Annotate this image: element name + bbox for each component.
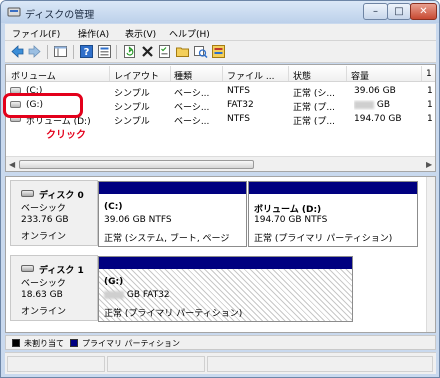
disk-management-window: ディスクの管理 – □ ✕ ファイル(F) 操作(A) 表示(V) ヘルプ(H)… — [0, 0, 440, 378]
status-cell — [207, 356, 433, 372]
partition-label: (C:) — [104, 202, 123, 212]
partition-c[interactable]: (C:) 39.06 GB NTFS 正常 (システム, ブート, ページ — [98, 181, 247, 247]
disk-size: 233.76 GB — [21, 215, 69, 225]
disk-name: ディスク 0 — [39, 191, 84, 201]
console-tree-icon[interactable] — [53, 44, 68, 59]
redacted-value — [354, 100, 374, 109]
menu-action[interactable]: 操作(A) — [78, 27, 109, 40]
volume-list-pane: ボリューム レイアウト 種類 ファイル ... 状態 容量 1 (C:) シンプ… — [5, 64, 436, 172]
forward-arrow-icon[interactable] — [27, 44, 42, 59]
disk-type: ベーシック — [21, 204, 66, 214]
partition-status: 正常 (システム, ブート, ページ — [104, 234, 230, 244]
capacity-cell: GB — [354, 100, 390, 110]
disk-1-info[interactable]: ディスク 1 ベーシック 18.63 GB オンライン — [10, 255, 98, 321]
search-disk-icon[interactable] — [193, 44, 208, 59]
highlight-box — [3, 93, 83, 118]
maximize-button[interactable]: □ — [387, 3, 411, 20]
legend-unallocated: 未割り当て — [24, 339, 64, 348]
disk-icon — [21, 265, 34, 272]
status-cell — [7, 356, 105, 372]
legend-bar: 未割り当て プライマリ パーティション — [5, 335, 436, 350]
column-header-layout[interactable]: レイアウト — [114, 69, 159, 82]
properties-icon[interactable] — [97, 44, 112, 59]
window-title: ディスクの管理 — [25, 10, 95, 21]
horizontal-scrollbar[interactable]: ◀ ▶ — [6, 156, 435, 171]
partition-label: ボリューム (D:) — [254, 205, 322, 215]
menu-help[interactable]: ヘルプ(H) — [169, 27, 210, 40]
partition-size: GB FAT32 — [104, 290, 170, 300]
primary-partition-swatch — [70, 339, 78, 347]
scroll-left-icon[interactable]: ◀ — [9, 160, 15, 169]
column-header-more[interactable]: 1 — [426, 69, 432, 79]
disk-name: ディスク 1 — [39, 266, 84, 276]
status-cell — [107, 356, 205, 372]
disk-state: オンライン — [21, 232, 67, 242]
column-header-filesystem[interactable]: ファイル ... — [227, 69, 274, 82]
disk-size: 18.63 GB — [21, 290, 63, 300]
close-button[interactable]: ✕ — [410, 3, 437, 20]
partition-bar — [99, 257, 352, 269]
disk-icon — [21, 190, 34, 197]
menu-file[interactable]: ファイル(F) — [12, 27, 60, 40]
filesystem-cell: FAT32 — [227, 100, 254, 110]
legend-primary-partition: プライマリ パーティション — [82, 339, 181, 348]
svg-text:?: ? — [84, 47, 90, 58]
menu-view[interactable]: 表示(V) — [125, 27, 156, 40]
status-bar — [5, 352, 436, 374]
help-icon[interactable]: ? — [79, 44, 94, 59]
column-header-status[interactable]: 状態 — [293, 69, 311, 82]
partition-label: (G:) — [104, 277, 124, 287]
click-annotation: クリック — [46, 130, 86, 141]
scroll-right-icon[interactable]: ▶ — [426, 160, 432, 169]
column-header-volume[interactable]: ボリューム — [11, 69, 56, 82]
toolbar: ? — [5, 41, 436, 63]
disk-0-info[interactable]: ディスク 0 ベーシック 233.76 GB オンライン — [10, 180, 98, 246]
volume-table-header: ボリューム レイアウト 種類 ファイル ... 状態 容量 1 — [6, 65, 435, 82]
checklist-icon[interactable] — [157, 44, 172, 59]
refresh-icon[interactable] — [122, 44, 137, 59]
disk-type: ベーシック — [21, 279, 66, 289]
capacity-cell: 39.06 GB — [354, 86, 396, 96]
column-header-capacity[interactable]: 容量 — [351, 69, 369, 82]
delete-icon[interactable] — [140, 44, 155, 59]
partition-bar — [249, 182, 417, 194]
menu-bar: ファイル(F) 操作(A) 表示(V) ヘルプ(H) — [5, 24, 436, 41]
partition-bar — [99, 182, 246, 194]
partition-size: 194.70 GB NTFS — [254, 215, 328, 225]
filesystem-cell: NTFS — [227, 86, 250, 96]
extra-cell: 1 — [427, 86, 433, 96]
partition-size: 39.06 GB NTFS — [104, 215, 172, 225]
redacted-value — [104, 290, 124, 299]
disk-graphical-pane: ディスク 0 ベーシック 233.76 GB オンライン (C:) 39.06 … — [5, 176, 436, 333]
partition-g[interactable]: (G:) GB FAT32 正常 (プライマリ パーティション) — [98, 256, 353, 322]
partition-d[interactable]: ボリューム (D:) 194.70 GB NTFS 正常 (プライマリ パーティ… — [248, 181, 418, 247]
layout-cell: シンプル — [114, 117, 150, 127]
title-bar: ディスクの管理 – □ ✕ — [1, 1, 439, 23]
capacity-cell: 194.70 GB — [354, 114, 402, 124]
disk-settings-icon[interactable] — [211, 44, 226, 59]
type-cell: ベーシ... — [174, 117, 210, 127]
back-arrow-icon[interactable] — [10, 44, 25, 59]
open-folder-icon[interactable] — [175, 44, 190, 59]
extra-cell: 1 — [427, 100, 433, 110]
filesystem-cell: NTFS — [227, 114, 250, 124]
partition-status: 正常 (プライマリ パーティション) — [104, 309, 243, 319]
partition-status: 正常 (プライマリ パーティション) — [254, 234, 393, 244]
status-cell: 正常 (プ... — [293, 117, 335, 127]
column-header-type[interactable]: 種類 — [174, 69, 192, 82]
unallocated-swatch — [12, 339, 20, 347]
disk-state: オンライン — [21, 307, 67, 317]
minimize-button[interactable]: – — [363, 3, 388, 20]
scrollbar-thumb[interactable] — [19, 160, 254, 169]
vertical-scrollbar[interactable] — [426, 177, 435, 332]
disk-management-icon — [7, 7, 21, 17]
extra-cell: 1 — [427, 114, 433, 124]
